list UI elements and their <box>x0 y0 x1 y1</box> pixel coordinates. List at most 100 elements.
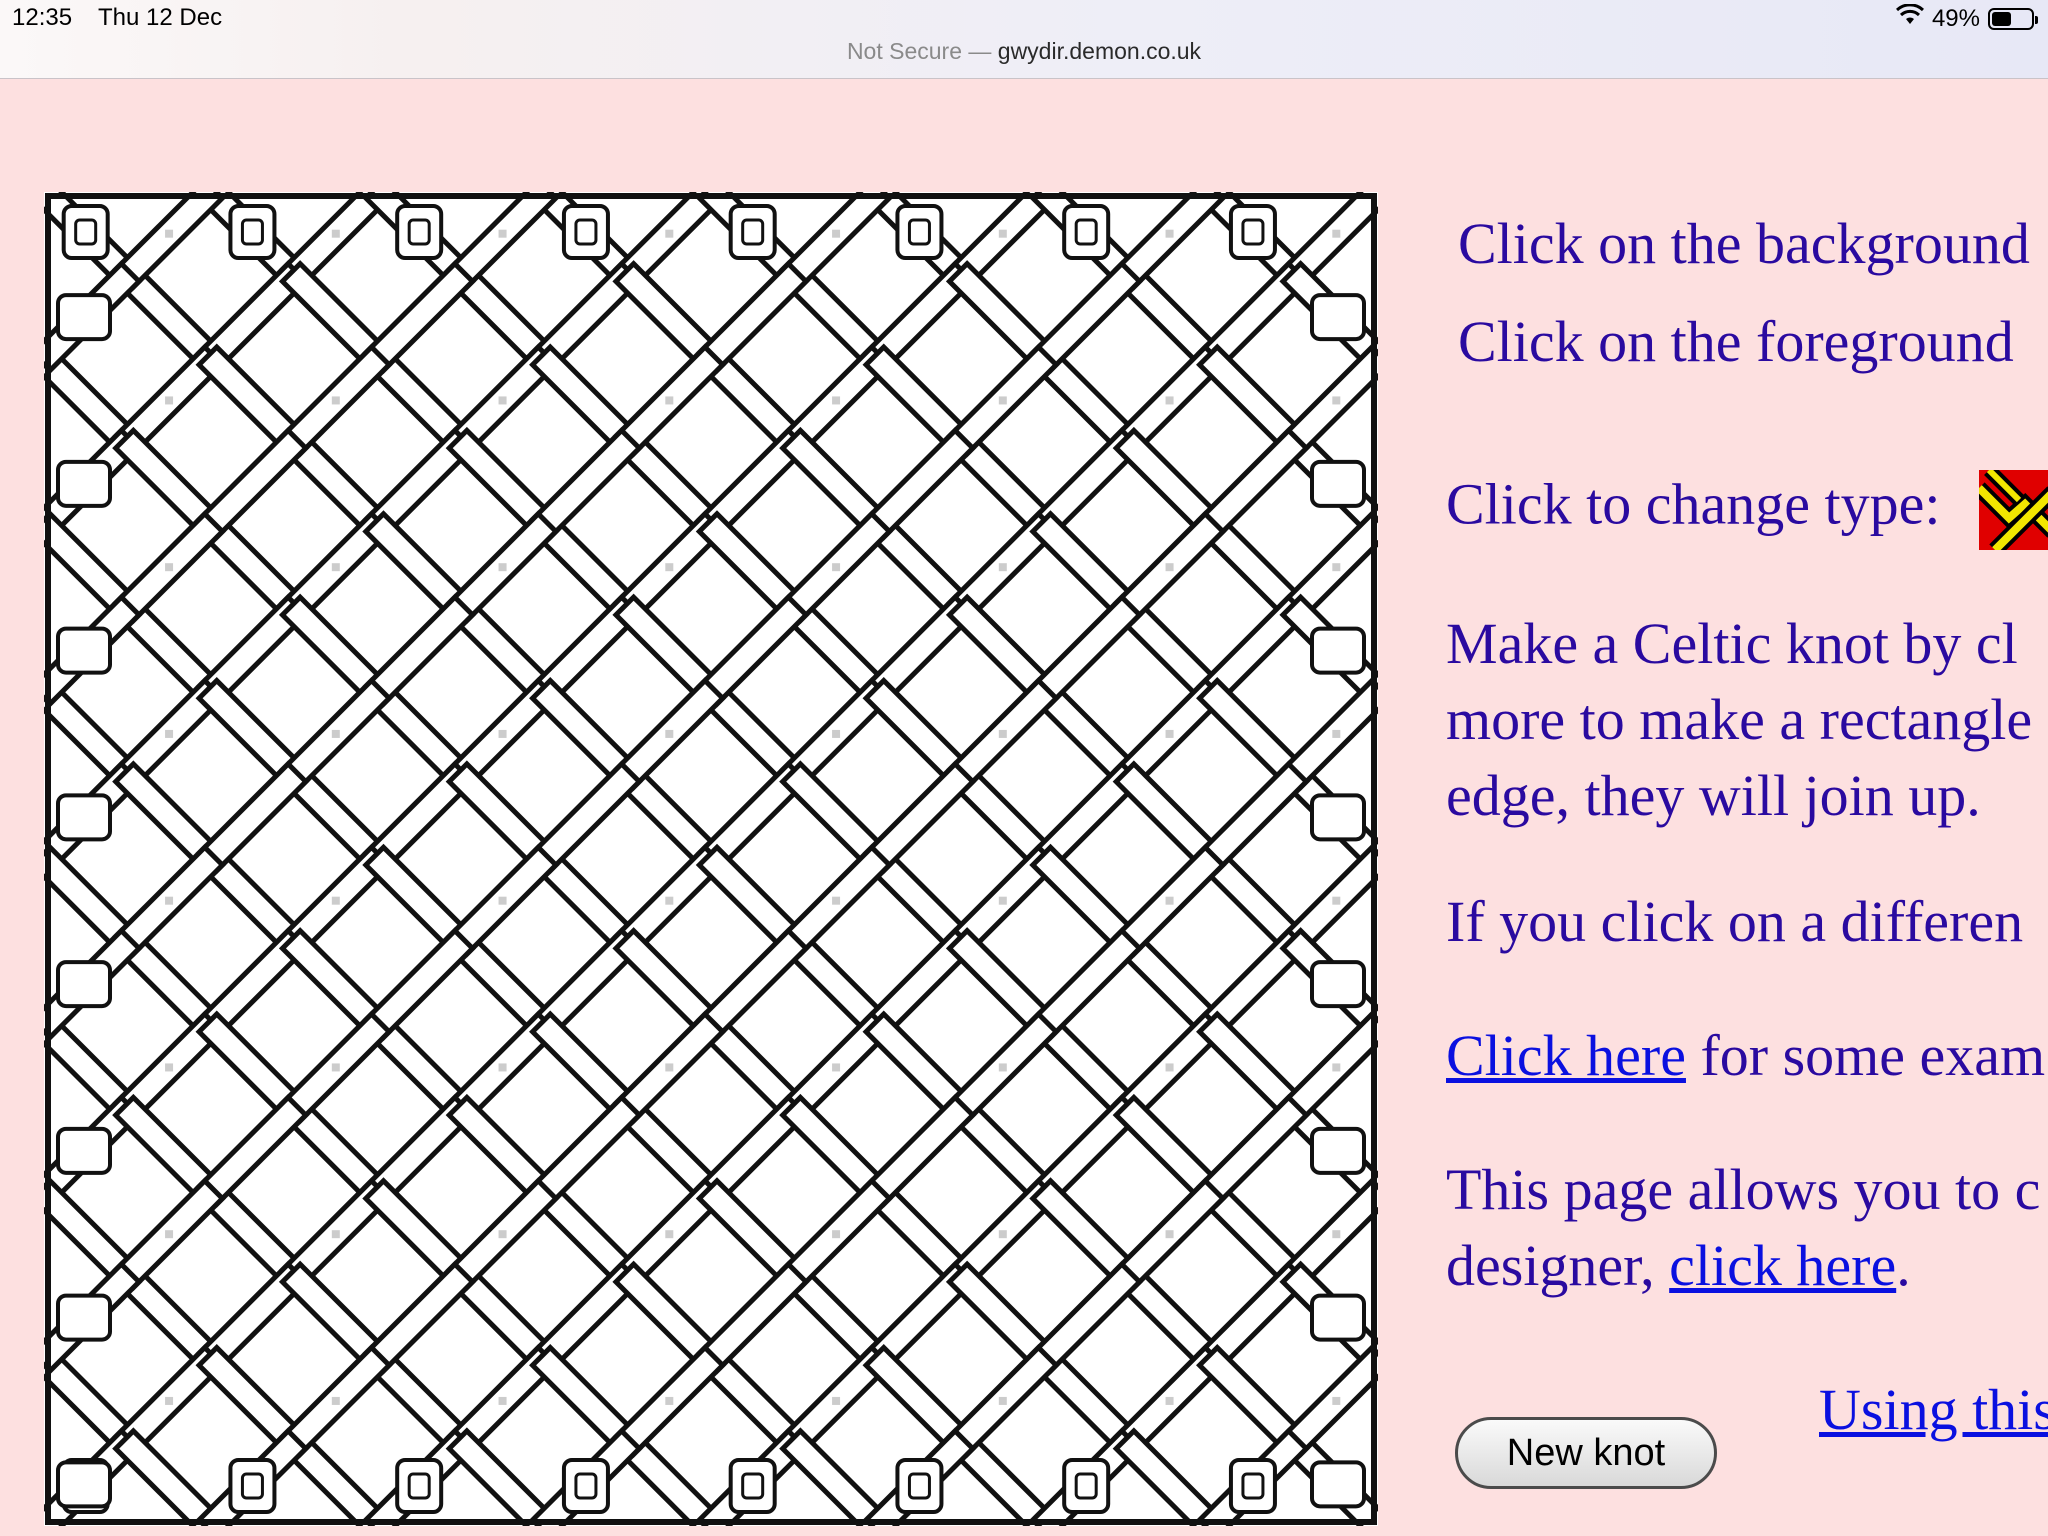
knot-ribbon <box>1119 433 1220 534</box>
knot-grid-dot <box>998 1396 1007 1405</box>
knot-ribbon <box>1203 350 1303 451</box>
examples-link[interactable]: Click here <box>1446 1023 1686 1088</box>
knot-grid-dot <box>665 1230 674 1239</box>
knot-grid-dot <box>665 1396 674 1405</box>
status-date: Thu 12 Dec <box>98 4 223 31</box>
knot-grid-dot <box>498 1230 507 1239</box>
knot-ribbon <box>952 600 1053 701</box>
knot-loop-inner <box>240 1472 264 1500</box>
knot-ribbon <box>702 267 803 367</box>
change-type-label: Click to change type: <box>1446 471 1941 537</box>
knot-ribbon <box>536 517 636 618</box>
knot-ribbon <box>119 934 219 1034</box>
knot-ribbon <box>1036 1184 1137 1285</box>
knot-side-loop <box>56 626 112 675</box>
knot-side-loop <box>56 1293 112 1342</box>
knot-ribbon <box>44 1017 136 1118</box>
knot-ribbon <box>452 433 553 534</box>
celtic-knot-image[interactable] <box>44 192 1378 1526</box>
knot-grid-dot <box>998 1230 1007 1239</box>
knot-side-loop <box>1310 1293 1366 1342</box>
knot-loop-inner <box>741 218 765 246</box>
knot-grid-dot <box>331 229 340 238</box>
knot-ribbon <box>44 1184 136 1285</box>
knot-ribbon <box>285 1434 386 1526</box>
knot-ribbon <box>619 1434 720 1526</box>
status-time: 12:35 <box>12 4 73 31</box>
knot-ribbon <box>702 684 803 784</box>
knot-ribbon <box>702 600 803 701</box>
knot-ribbon <box>1203 934 1303 1034</box>
knot-grid-dot <box>498 896 507 905</box>
knot-ribbon <box>202 1267 303 1368</box>
knot-grid-dot <box>165 563 174 572</box>
knot-grid-dot <box>665 896 674 905</box>
knot-loop-inner <box>1074 1472 1098 1500</box>
knot-ribbon <box>369 1184 470 1285</box>
knot-ribbon <box>369 517 470 618</box>
knot-ribbon <box>1203 684 1303 784</box>
knot-loop-inner <box>240 218 264 246</box>
url-host: gwydir.demon.co.uk <box>997 38 1202 64</box>
knot-ribbon <box>285 267 386 367</box>
knot-grid-dot <box>998 729 1007 738</box>
knot-grid-dot <box>498 729 507 738</box>
make-knot-line-3: edge, they will join up. <box>1446 763 1981 828</box>
knot-ribbon <box>202 350 303 451</box>
knot-ribbon <box>536 934 636 1034</box>
knot-grid-dot <box>498 1063 507 1072</box>
security-label: Not Secure <box>846 38 962 64</box>
knot-grid-dot <box>1165 1396 1174 1405</box>
allows-line-1: This page allows you to c <box>1446 1157 2041 1222</box>
designer-link[interactable]: click here <box>1669 1233 1896 1298</box>
knot-grid-dot <box>331 1396 340 1405</box>
knot-grid-dot <box>998 1063 1007 1072</box>
knot-ribbon <box>1203 850 1303 951</box>
knot-ribbon <box>1036 1100 1137 1201</box>
knot-ribbon <box>202 1100 303 1201</box>
knot-ribbon <box>1119 1434 1220 1526</box>
knot-grid-dot <box>498 563 507 572</box>
knot-ribbon <box>202 767 303 868</box>
url-separator: — <box>962 38 998 64</box>
knot-ribbon <box>202 1184 303 1285</box>
knot-ribbon <box>952 1267 1053 1368</box>
knot-side-loop <box>1310 1460 1366 1509</box>
new-knot-button[interactable]: New knot <box>1455 1417 1717 1489</box>
knot-ribbon <box>369 600 470 701</box>
knot-canvas[interactable] <box>44 192 1378 1526</box>
make-knot-line-1: Make a Celtic knot by cl <box>1446 611 2018 676</box>
knot-grid-dot <box>1165 396 1174 405</box>
knot-ribbon <box>1203 1267 1303 1368</box>
knot-ribbon <box>369 267 470 367</box>
knot-type-icon[interactable] <box>1973 465 2048 556</box>
knot-ribbon <box>786 934 886 1034</box>
knot-ribbon <box>702 767 803 868</box>
instruction-background: Click on the background <box>1458 211 2030 276</box>
knot-grid-dot <box>665 396 674 405</box>
knot-ribbon <box>452 267 553 367</box>
knot-grid-dot <box>832 1396 841 1405</box>
knot-ribbon <box>786 1267 886 1368</box>
knot-grid-dot <box>331 729 340 738</box>
knot-ribbon <box>369 1017 470 1118</box>
knot-ribbon <box>1036 1351 1137 1451</box>
knot-ribbon <box>786 1434 886 1526</box>
knot-ribbon <box>869 934 970 1034</box>
knot-ribbon <box>702 517 803 618</box>
knot-ribbon <box>119 1100 219 1201</box>
knot-side-loop <box>56 960 112 1009</box>
knot-loop-inner <box>574 1472 598 1500</box>
knot-ribbon <box>119 433 219 534</box>
knot-ribbon <box>369 433 470 534</box>
knot-ribbon <box>369 934 470 1034</box>
using-this-link[interactable]: Using this <box>1819 1377 2048 1442</box>
knot-ribbon <box>536 1267 636 1368</box>
knot-ribbon <box>536 267 636 367</box>
knot-grid-dot <box>498 396 507 405</box>
knot-loop-inner <box>74 218 98 246</box>
knot-side-loop <box>1310 1126 1366 1175</box>
knot-grid-dot <box>1332 563 1341 572</box>
allows-text: designer, <box>1446 1233 1670 1298</box>
knot-ribbon <box>452 1267 553 1368</box>
